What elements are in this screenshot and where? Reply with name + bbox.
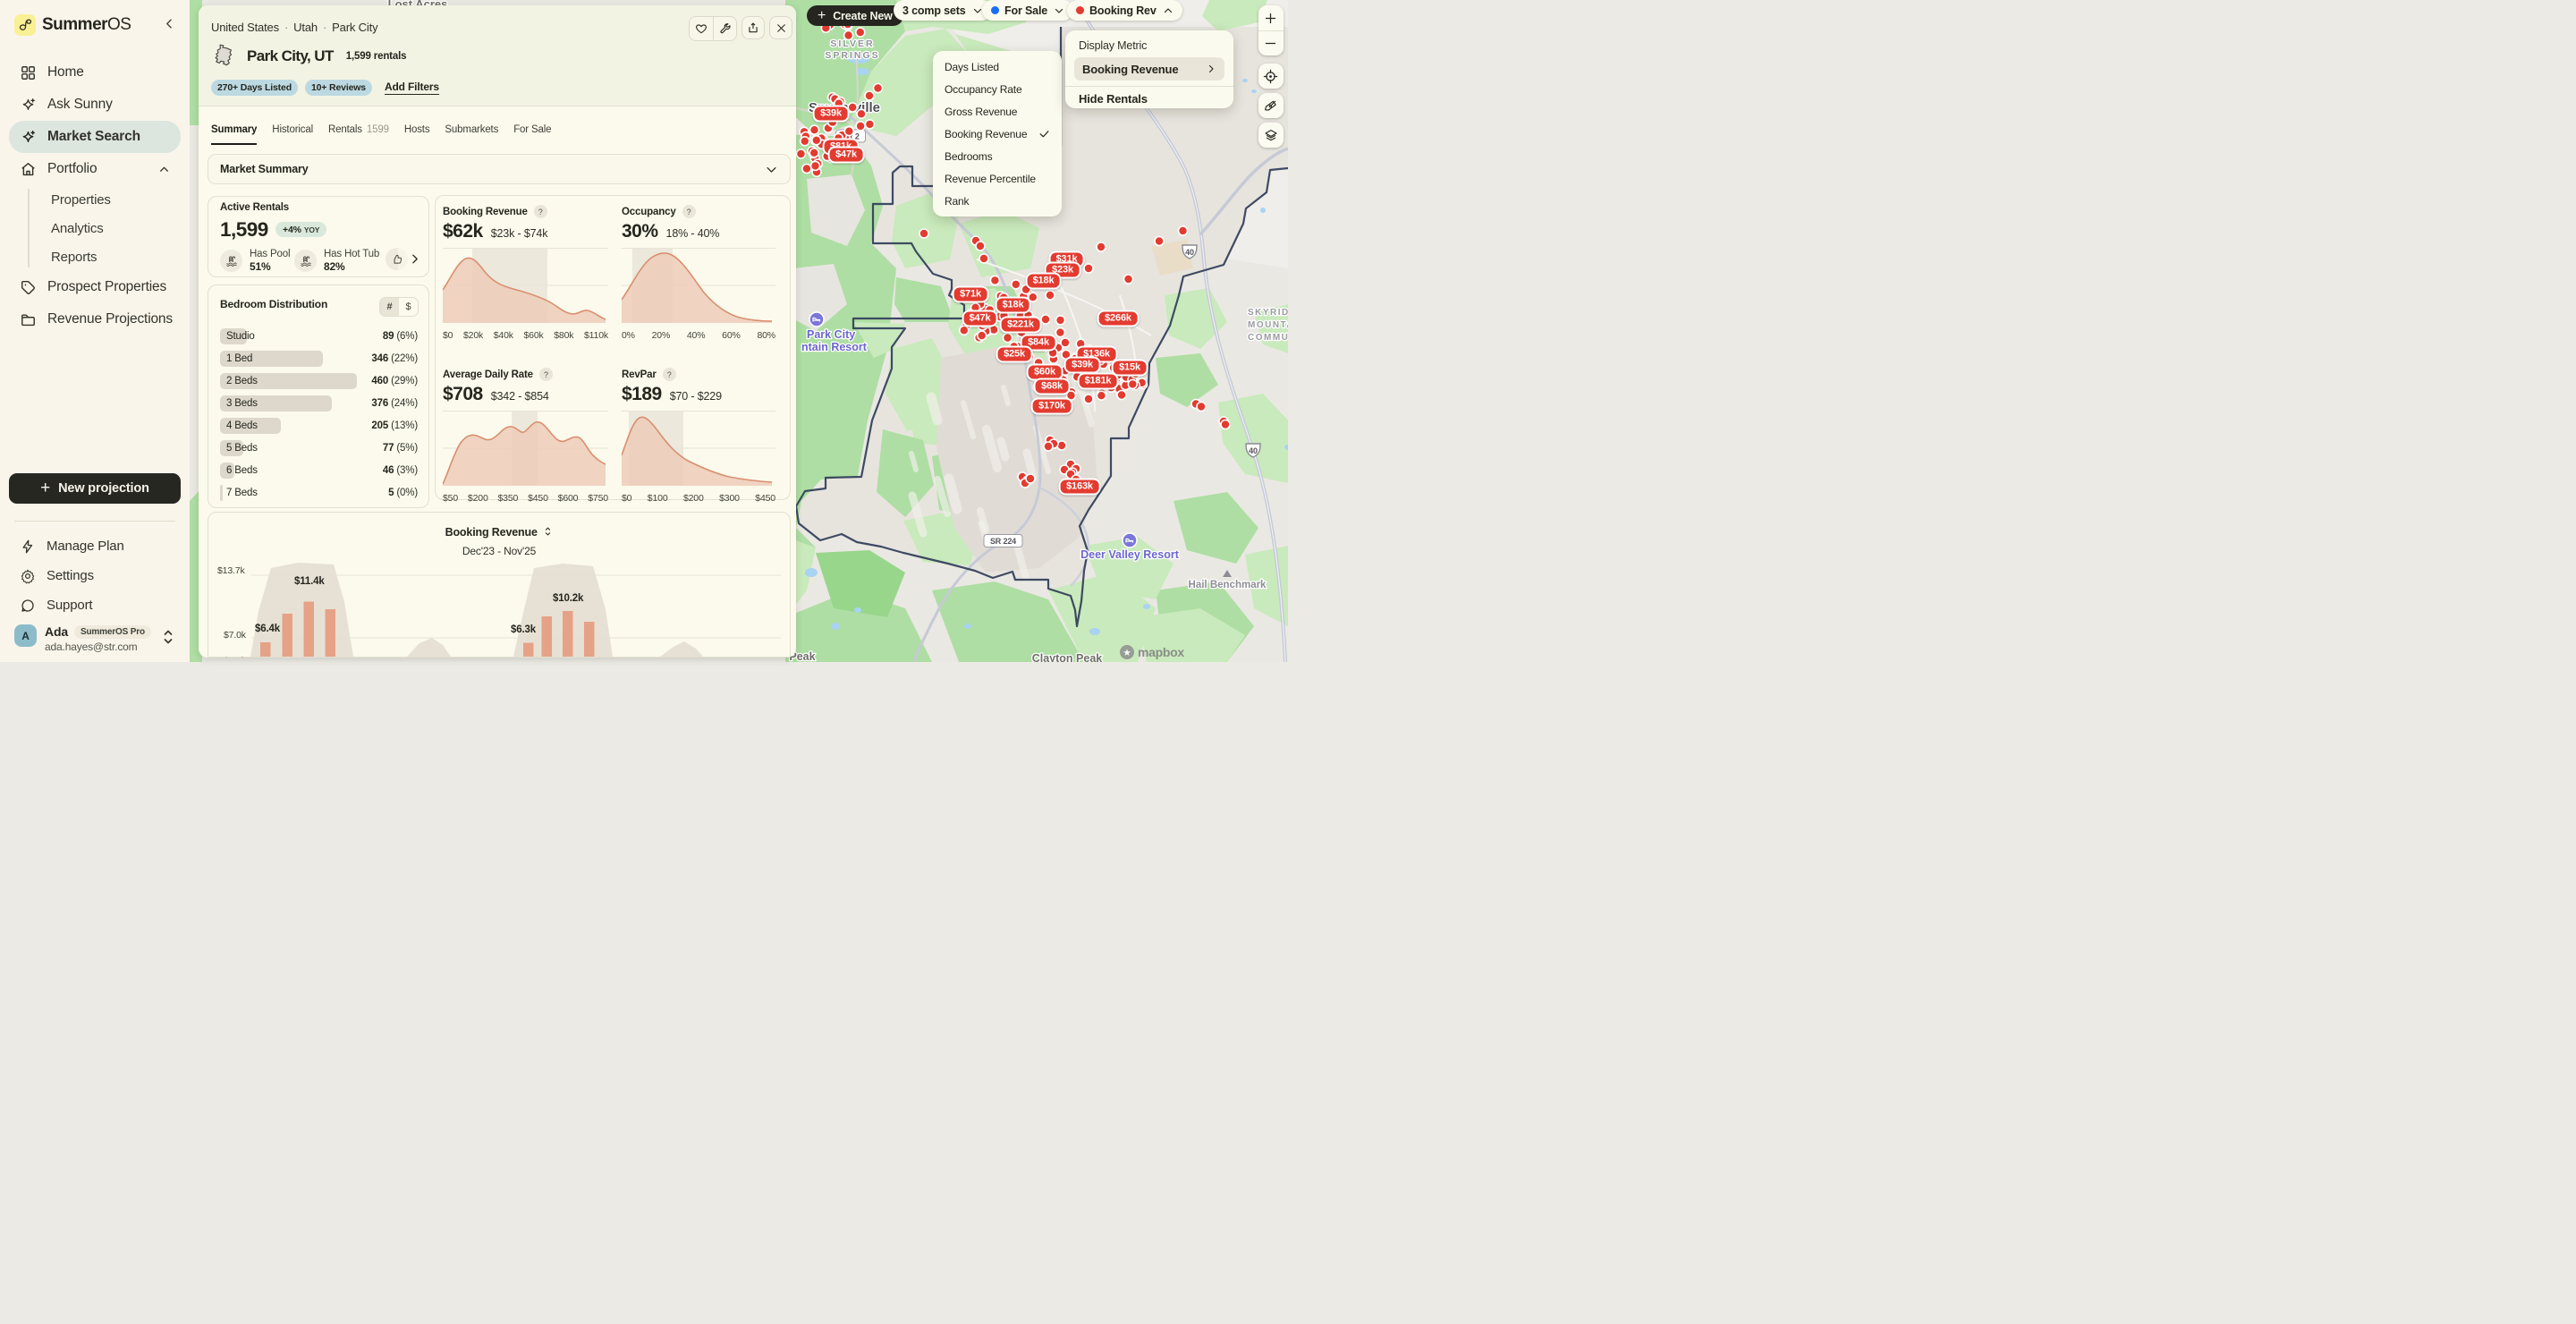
- svg-text:COMMUNIT: COMMUNIT: [1248, 333, 1288, 343]
- svg-text:SPRINGS: SPRINGS: [825, 50, 879, 61]
- svg-text:SILVER: SILVER: [830, 38, 874, 49]
- svg-text:Deer Valley Resort: Deer Valley Resort: [1080, 548, 1180, 561]
- svg-text:★: ★: [1123, 649, 1131, 658]
- svg-text:SR 224: SR 224: [990, 537, 1016, 546]
- svg-text:MOUNTAIN: MOUNTAIN: [1248, 320, 1288, 330]
- svg-text:mapbox: mapbox: [1138, 645, 1184, 659]
- svg-text:SKYRIDGE: SKYRIDGE: [1248, 308, 1288, 318]
- svg-text:40: 40: [1185, 248, 1194, 257]
- svg-text:Hail Benchmark: Hail Benchmark: [1189, 580, 1267, 590]
- svg-text:Clayton Peak: Clayton Peak: [1032, 652, 1103, 662]
- svg-text:ntain Resort: ntain Resort: [801, 341, 868, 353]
- svg-text:40: 40: [1249, 446, 1258, 455]
- svg-text:Park City: Park City: [807, 328, 855, 341]
